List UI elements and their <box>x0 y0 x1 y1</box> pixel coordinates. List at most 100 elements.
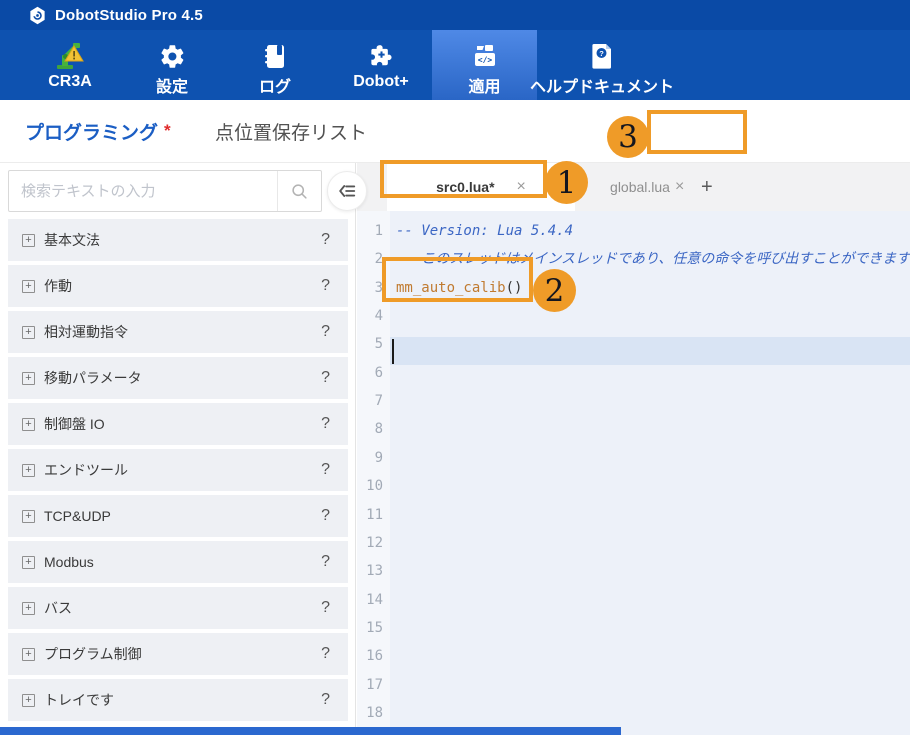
nav-label: ログ <box>259 73 291 97</box>
help-question-mark[interactable]: ? <box>321 231 330 249</box>
editor-tab-src0[interactable]: src0.lua* × <box>387 163 575 211</box>
help-question-mark[interactable]: ? <box>321 369 330 387</box>
nav-item-dobot-plus[interactable]: Dobot+ <box>338 30 424 100</box>
command-category-item[interactable]: + 相対運動指令 ? <box>8 311 348 353</box>
tab-point-list[interactable]: 点位置保存リスト <box>215 100 367 162</box>
command-category-item[interactable]: + エンドツール ? <box>8 449 348 491</box>
expand-plus-icon[interactable]: + <box>22 234 35 247</box>
line-number: 9 <box>359 444 383 472</box>
line-number: 7 <box>359 387 383 415</box>
command-category-label: 移動パラメータ <box>44 368 142 388</box>
editor-tab-bar: src0.lua* × global.lua × + <box>357 163 910 211</box>
nav-item-robot-cr3a[interactable]: CR3A <box>30 30 110 100</box>
expand-plus-icon[interactable]: + <box>22 556 35 569</box>
expand-plus-icon[interactable]: + <box>22 602 35 615</box>
expand-plus-icon[interactable]: + <box>22 280 35 293</box>
command-category-item[interactable]: + バス ? <box>8 587 348 629</box>
nav-label: CR3A <box>48 73 92 91</box>
code-line-2: -- このスレッドはメインスレッドであり、任意の命令を呼び出すことができます <box>396 245 910 273</box>
text-cursor <box>392 339 394 364</box>
command-category-label: トレイです <box>44 690 114 710</box>
dobot-logo-icon <box>28 6 47 25</box>
nav-label: 適用 <box>468 73 500 97</box>
code-area[interactable]: 1 2 3 4 5 6 7 8 9 10 11 12 <box>357 211 910 735</box>
main-nav: CR3A 設定 ログ Dob <box>0 30 910 100</box>
nav-label: 設定 <box>156 73 188 97</box>
nav-item-settings[interactable]: 設定 <box>132 30 212 100</box>
expand-plus-icon[interactable]: + <box>22 418 35 431</box>
command-category-label: バス <box>44 598 72 618</box>
line-number: 2 <box>359 245 383 273</box>
help-question-mark[interactable]: ? <box>321 645 330 663</box>
current-line-highlight <box>390 337 910 365</box>
line-number: 13 <box>359 557 383 585</box>
robot-arm-warning-icon <box>53 41 87 71</box>
close-icon[interactable]: × <box>675 163 684 211</box>
line-number: 11 <box>359 501 383 529</box>
expand-plus-icon[interactable]: + <box>22 510 35 523</box>
app-title: DobotStudio Pro 4.5 <box>55 7 203 24</box>
puzzle-plus-icon <box>368 41 395 71</box>
expand-plus-icon[interactable]: + <box>22 694 35 707</box>
command-category-label: 相対運動指令 <box>44 322 128 342</box>
add-tab-icon[interactable]: + <box>701 163 713 211</box>
bottom-accent-bar <box>0 727 621 735</box>
nav-item-log[interactable]: ログ <box>235 30 315 100</box>
tab-programming[interactable]: プログラミング * <box>25 100 171 162</box>
nav-item-apply[interactable]: </> 適用 <box>432 30 537 100</box>
view-toolbar: プログラミング * 点位置保存リスト D デバッグ 実行 停止 <box>0 100 910 163</box>
search-button[interactable] <box>277 171 321 211</box>
toolbox-code-icon: </> <box>471 41 499 71</box>
help-question-mark[interactable]: ? <box>321 277 330 295</box>
line-number: 18 <box>359 699 383 727</box>
expand-plus-icon[interactable]: + <box>22 464 35 477</box>
command-category-label: 基本文法 <box>44 230 100 250</box>
nav-label: ヘルプドキュメント <box>530 73 674 97</box>
nav-item-help-docs[interactable]: ? ヘルプドキュメント <box>537 30 667 100</box>
expand-plus-icon[interactable]: + <box>22 372 35 385</box>
line-number: 14 <box>359 586 383 614</box>
help-question-mark[interactable]: ? <box>321 507 330 525</box>
expand-plus-icon[interactable]: + <box>22 648 35 661</box>
help-question-mark[interactable]: ? <box>321 691 330 709</box>
command-category-item[interactable]: + Modbus ? <box>8 541 348 583</box>
command-category-item[interactable]: + 基本文法 ? <box>8 219 348 261</box>
collapse-sidebar-icon <box>337 181 357 201</box>
command-category-label: Modbus <box>44 554 94 570</box>
line-number: 17 <box>359 671 383 699</box>
collapse-sidebar-button[interactable] <box>327 171 367 211</box>
help-question-mark[interactable]: ? <box>321 323 330 341</box>
command-category-label: TCP&UDP <box>44 508 111 524</box>
command-category-item[interactable]: + 移動パラメータ ? <box>8 357 348 399</box>
tab-point-list-label: 点位置保存リスト <box>215 118 367 145</box>
svg-text:</>: </> <box>477 56 492 65</box>
modified-indicator: * <box>164 121 171 141</box>
command-category-item[interactable]: + TCP&UDP ? <box>8 495 348 537</box>
command-category-item[interactable]: + トレイです ? <box>8 679 348 721</box>
command-category-label: 作動 <box>44 276 72 296</box>
line-number: 15 <box>359 614 383 642</box>
help-document-icon: ? <box>590 41 614 71</box>
help-question-mark[interactable]: ? <box>321 461 330 479</box>
code-line-3: mm_auto_calib() <box>396 274 522 302</box>
log-book-icon <box>262 41 288 71</box>
command-sidebar: + 基本文法 ? + 作動 ? + 相対運動指令 ? + 移動パラメータ ? <box>0 163 356 727</box>
line-number: 10 <box>359 472 383 500</box>
expand-plus-icon[interactable]: + <box>22 326 35 339</box>
help-question-mark[interactable]: ? <box>321 415 330 433</box>
code-editor: src0.lua* × global.lua × + 1 2 3 4 5 6 7 <box>357 163 910 735</box>
svg-text:?: ? <box>599 49 604 58</box>
command-category-label: プログラム制御 <box>44 644 142 664</box>
line-number: 4 <box>359 302 383 330</box>
tab-programming-label: プログラミング <box>25 118 158 145</box>
command-category-list: + 基本文法 ? + 作動 ? + 相対運動指令 ? + 移動パラメータ ? <box>0 219 356 725</box>
close-icon[interactable]: × <box>517 178 526 196</box>
command-category-item[interactable]: + 作動 ? <box>8 265 348 307</box>
search-input[interactable] <box>9 183 277 200</box>
help-question-mark[interactable]: ? <box>321 553 330 571</box>
command-category-item[interactable]: + プログラム制御 ? <box>8 633 348 675</box>
help-question-mark[interactable]: ? <box>321 599 330 617</box>
line-number-gutter: 1 2 3 4 5 6 7 8 9 10 11 12 <box>357 211 390 735</box>
command-category-item[interactable]: + 制御盤 IO ? <box>8 403 348 445</box>
nav-label: Dobot+ <box>353 73 409 91</box>
